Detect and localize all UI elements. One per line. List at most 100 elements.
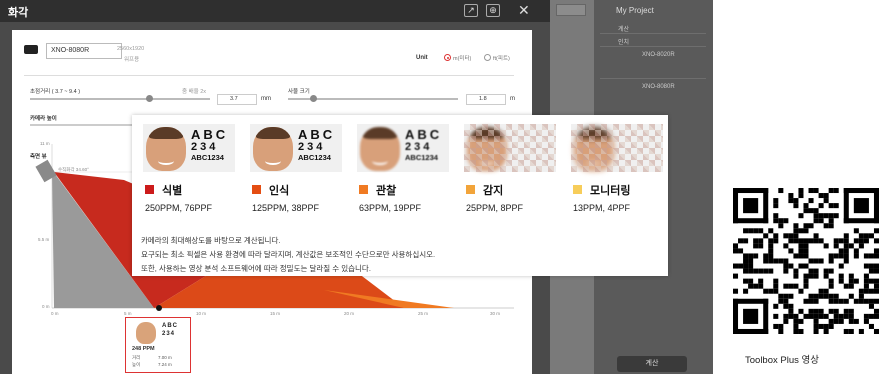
divider: [24, 75, 514, 76]
thumb-chart-num: 234: [162, 331, 176, 337]
calculate-button[interactable]: 계산: [617, 356, 687, 372]
qr-module: [773, 203, 779, 209]
letter-chart: ABC 234 ABC1234: [405, 128, 442, 162]
share-icon[interactable]: ⊕: [486, 4, 500, 17]
qr-module: [808, 208, 814, 214]
qr-module: [768, 228, 774, 234]
qr-module: [873, 313, 879, 319]
level-name: 관찰: [376, 185, 397, 197]
qr-module: [753, 243, 759, 249]
qr-finder: [843, 188, 879, 194]
unit-radio-feet[interactable]: [484, 54, 491, 61]
qr-module: [813, 258, 819, 264]
axis-y-tick: 5.5 m: [38, 237, 50, 242]
qr-module: [753, 228, 759, 234]
level-color-swatch: [252, 185, 261, 194]
qr-module: [808, 313, 814, 319]
qr-module: [813, 308, 819, 314]
qr-module: [793, 228, 799, 234]
thumb-dist-label: 거리: [132, 355, 141, 360]
qr-module: [813, 293, 819, 299]
level-name: 모니터링: [590, 185, 631, 197]
qr-module: [828, 318, 834, 324]
qr-module: [828, 213, 834, 219]
letter-chart-line: 234: [298, 141, 326, 153]
qr-module: [803, 263, 809, 269]
qr-module: [778, 298, 784, 304]
object-size-slider-knob[interactable]: [310, 95, 317, 102]
qr-module: [758, 268, 764, 274]
qr-module: [828, 203, 834, 209]
project-row-label: 인치: [618, 40, 630, 46]
qr-module: [773, 233, 779, 239]
qr-module: [833, 238, 839, 244]
qr-module: [848, 328, 854, 334]
qr-module: [838, 298, 844, 304]
qr-module: [793, 223, 799, 229]
camera-height-slider-track[interactable]: [30, 124, 140, 126]
qr-module: [798, 193, 804, 199]
qr-module: [773, 213, 779, 219]
focal-input[interactable]: 3.7: [217, 94, 257, 105]
person-marker-icon[interactable]: [156, 305, 162, 311]
export-icon[interactable]: ↗: [464, 4, 478, 17]
qr-module: [823, 223, 829, 229]
qr-module: [803, 228, 809, 234]
qr-module: [758, 243, 764, 249]
qr-module: [843, 328, 849, 334]
qr-module: [818, 238, 824, 244]
qr-module: [773, 278, 779, 284]
qr-module: [773, 288, 779, 294]
qr-module: [863, 298, 869, 304]
project-camera-1[interactable]: XNO-8020R: [642, 52, 675, 58]
qr-module: [808, 298, 814, 304]
qr-module: [768, 253, 774, 259]
project-camera-2[interactable]: XNO-8080R: [642, 84, 675, 90]
letter-chart: ABC 234 ABC1234: [191, 128, 228, 162]
qr-module: [838, 278, 844, 284]
close-icon[interactable]: ✕: [518, 2, 530, 19]
qr-module: [788, 308, 794, 314]
qr-module: [853, 278, 859, 284]
qr-module: [863, 253, 869, 259]
qr-module: [763, 288, 769, 294]
qr-module: [778, 223, 784, 229]
qr-module: [843, 238, 849, 244]
level-color-swatch: [359, 185, 368, 194]
project-title: My Project: [616, 6, 654, 15]
model-dropdown[interactable]: XNO-8080R: [46, 43, 122, 59]
qr-finder: [843, 188, 849, 224]
face-thumbnail: [136, 322, 156, 344]
focal-length-label: 초점거리 ( 3.7 ~ 9.4 ): [30, 89, 81, 95]
qr-code[interactable]: [733, 188, 879, 334]
qr-finder: [763, 188, 769, 224]
focal-slider-knob[interactable]: [146, 95, 153, 102]
qr-module: [768, 258, 774, 264]
qr-module: [773, 313, 779, 319]
qr-module: [733, 273, 739, 279]
object-size-input[interactable]: 1.8: [466, 94, 506, 105]
qr-module: [868, 288, 874, 294]
qr-module: [813, 318, 819, 324]
qr-module: [818, 308, 824, 314]
qr-module: [838, 313, 844, 319]
unit-radio-meter[interactable]: [444, 54, 451, 61]
focal-slider-track[interactable]: [30, 98, 210, 100]
qr-module: [768, 268, 774, 274]
qr-module: [753, 268, 759, 274]
qr-module: [783, 268, 789, 274]
qr-finder: [733, 298, 739, 334]
ppm-level-card: ABC 234 ABC1234 인식 125PPM, 38PPF: [242, 124, 350, 224]
qr-module: [793, 283, 799, 289]
option-checkbox-label[interactable]: 워프용: [124, 55, 139, 63]
letter-chart-line: ABC1234: [298, 153, 331, 162]
qr-module: [788, 238, 794, 244]
qr-module: [808, 268, 814, 274]
map-search-field[interactable]: [556, 4, 586, 16]
qr-module: [833, 253, 839, 259]
qr-module: [818, 293, 824, 299]
qr-module: [848, 278, 854, 284]
qr-module: [823, 213, 829, 219]
qr-module: [798, 308, 804, 314]
camera-icon: [24, 45, 38, 54]
